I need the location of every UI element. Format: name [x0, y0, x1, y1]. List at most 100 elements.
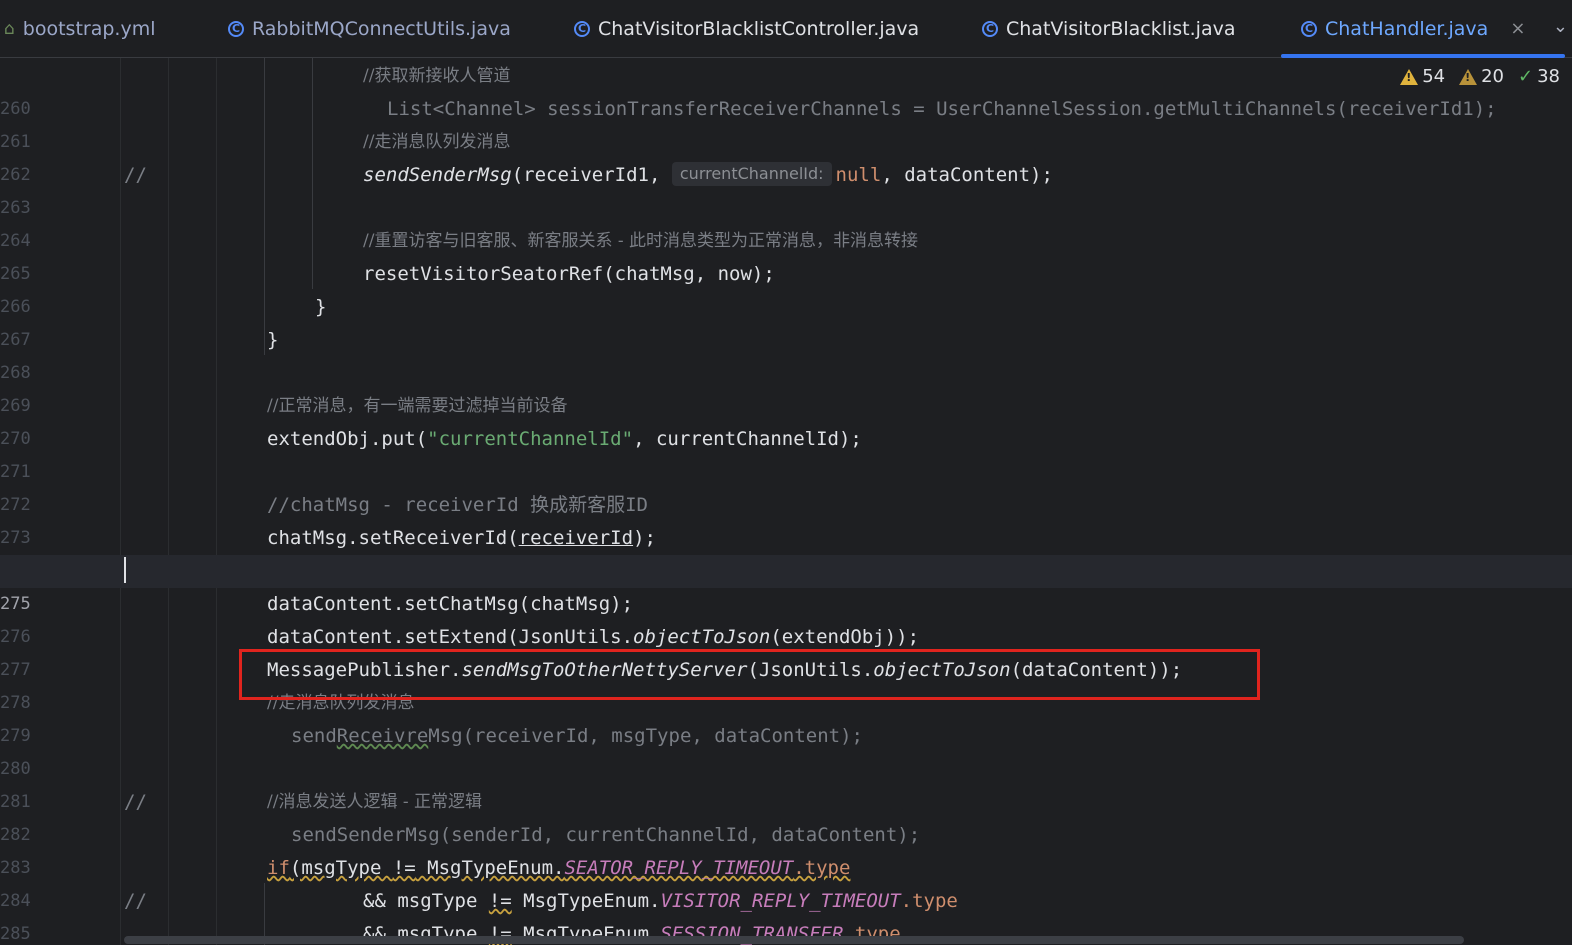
code-comment: //正常消息，有一端需要过滤掉当前设备: [267, 396, 568, 416]
code-line[interactable]: 265 //重置访客与旧客服、新客服关系 - 此时消息类型为正常消息，非消息转接: [0, 225, 1572, 284]
commented-code: sendReceivreMsg(receiverId, msgType, dat…: [291, 720, 863, 753]
code-text: dataContent.setExtend(JsonUtils.objectTo…: [267, 621, 919, 654]
tab-bootstrap-yml[interactable]: ⌂ bootstrap.yml: [4, 0, 156, 57]
code-line[interactable]: 262 //走消息队列发消息: [0, 126, 1572, 185]
field-access: .type: [793, 857, 851, 879]
code-line[interactable]: 271 extendObj.put("currentChannelId", cu…: [0, 423, 1572, 482]
string-literal: "currentChannelId": [427, 428, 634, 450]
code-text: (msgType: [289, 857, 393, 879]
keyword: if: [267, 857, 290, 879]
code-text: );: [633, 527, 656, 549]
enum-constant: VISITOR_REPLY_TIMEOUT: [660, 890, 901, 912]
code-text: (extendObj));: [770, 626, 920, 648]
code-line[interactable]: 272: [0, 456, 1572, 515]
code-text: (dataContent));: [1010, 659, 1183, 681]
code-text: dataContent.setChatMsg(chatMsg);: [267, 593, 634, 615]
code-text: extendObj.put("currentChannelId", curren…: [267, 423, 862, 456]
check-icon: ✓: [1518, 66, 1534, 87]
close-tab-icon[interactable]: ×: [1510, 18, 1525, 39]
code-comment: //走消息队列发消息: [363, 132, 511, 152]
code-text: (receiverId1,: [511, 164, 672, 186]
current-line[interactable]: 275: [0, 555, 1572, 614]
code-line[interactable]: 284 if(msgType != MsgTypeEnum.SEATOR_REP…: [0, 852, 1572, 911]
tab-chat-visitor-blacklist[interactable]: C ChatVisitorBlacklist.java: [982, 0, 1235, 57]
code-text: }: [267, 329, 279, 351]
code-line[interactable]: 280 // sendReceivreMsg(receiverId, msgTy…: [0, 720, 1572, 813]
code-text: chatMsg.setReceiverId(receiverId);: [267, 522, 656, 555]
typo-marker: Receivre: [336, 725, 429, 747]
warning-icon: [1400, 68, 1419, 85]
code-text: MsgTypeEnum.: [415, 857, 565, 879]
code-line[interactable]: 282 //消息发送人逻辑 - 正常逻辑: [0, 786, 1572, 845]
code-line[interactable]: 274 chatMsg.setReceiverId(receiverId);: [0, 522, 1572, 581]
weak-warning-icon: [1459, 68, 1478, 85]
code-line[interactable]: 270 //正常消息，有一端需要过滤掉当前设备: [0, 390, 1572, 449]
code-line[interactable]: 281: [0, 753, 1572, 812]
code-text: if(msgType != MsgTypeEnum.SEATOR_REPLY_T…: [267, 852, 850, 885]
ok-count[interactable]: ✓ 38: [1518, 66, 1560, 87]
operator: &&: [363, 890, 386, 912]
code-text: chatMsg.setReceiverId(: [267, 527, 519, 549]
code-line[interactable]: 261 // List<Channel> sessionTransferRece…: [0, 93, 1572, 186]
tab-chat-handler[interactable]: C ChatHandler.java ×: [1280, 0, 1566, 58]
editor-tab-bar: ⌂ bootstrap.yml C RabbitMQConnectUtils.j…: [0, 0, 1572, 58]
code-editor[interactable]: 260 //获取新接收人管道 261 // List<Channel> sess…: [0, 58, 1572, 945]
method-call: objectToJson: [873, 659, 1011, 681]
code-text: (JsonUtils.: [747, 659, 874, 681]
code-line[interactable]: 267 }: [0, 291, 1572, 350]
code-line[interactable]: 277 dataContent.setExtend(JsonUtils.obje…: [0, 621, 1572, 680]
code-text: MsgTypeEnum.: [511, 890, 661, 912]
code-text: }: [315, 296, 327, 318]
tab-chat-visitor-blacklist-controller[interactable]: C ChatVisitorBlacklistController.java: [574, 0, 919, 57]
code-line[interactable]: 260 //获取新接收人管道: [0, 60, 1572, 119]
code-line[interactable]: 278 MessagePublisher.sendMsgToOtherNetty…: [0, 654, 1572, 713]
code-line[interactable]: 268 }: [0, 324, 1572, 383]
code-text: Msg(receiverId, msgType, dataContent);: [428, 725, 863, 747]
code-text: resetVisitorSeatorRef(chatMsg, now);: [363, 263, 775, 285]
code-text: extendObj.put(: [267, 428, 428, 450]
code-line[interactable]: 266 resetVisitorSeatorRef(chatMsg, now);: [0, 258, 1572, 317]
code-text: sendSenderMsg(receiverId1, currentChanne…: [363, 159, 1053, 192]
code-line[interactable]: 263 sendSenderMsg(receiverId1, currentCh…: [0, 159, 1572, 218]
inspection-widget[interactable]: 54 20 ✓ 38: [1400, 66, 1560, 87]
commented-code: List<Channel> sessionTransferReceiverCha…: [387, 98, 1497, 120]
code-text: send: [291, 725, 337, 747]
code-comment: //chatMsg - receiverId 换成新客服ID: [267, 494, 648, 516]
keyword: null: [835, 164, 882, 186]
code-text: , currentChannelId);: [633, 428, 862, 450]
enum-constant: SEATOR_REPLY_TIMEOUT: [564, 857, 794, 879]
code-comment: //获取新接收人管道: [363, 66, 511, 86]
code-comment: //消息发送人逻辑 - 正常逻辑: [267, 792, 483, 812]
method-call: objectToJson: [633, 626, 771, 648]
operator: !=: [392, 857, 416, 879]
code-comment: //重置访客与旧客服、新客服关系 - 此时消息类型为正常消息，非消息转接: [363, 231, 919, 251]
code-line[interactable]: 276 dataContent.setChatMsg(chatMsg);: [0, 588, 1572, 647]
code-line[interactable]: 269: [0, 357, 1572, 416]
weak-warnings-count[interactable]: 20: [1459, 66, 1504, 87]
method-call: sendMsgToOtherNettyServer: [461, 659, 748, 681]
code-text: MessagePublisher.sendMsgToOtherNettyServ…: [267, 654, 1182, 687]
code-text: , dataContent);: [881, 164, 1053, 186]
code-text: msgType: [385, 890, 489, 912]
code-text: dataContent.setExtend(JsonUtils.: [267, 626, 634, 648]
reassigned-variable: receiverId: [518, 527, 634, 549]
text-caret: [124, 557, 126, 583]
java-class-icon: C: [574, 20, 590, 37]
code-line[interactable]: 283 // sendSenderMsg(senderId, currentCh…: [0, 819, 1572, 912]
tab-rabbitmq-connect-utils[interactable]: C RabbitMQConnectUtils.java: [228, 0, 511, 57]
code-text: && msgType != MsgTypeEnum.VISITOR_REPLY_…: [363, 885, 958, 918]
code-text: MessagePublisher.: [267, 659, 462, 681]
code-line[interactable]: 279 //走消息队列发消息: [0, 687, 1572, 746]
warnings-count[interactable]: 54: [1400, 66, 1445, 87]
code-comment: //走消息队列发消息: [267, 693, 415, 713]
parameter-hint: currentChannelId:: [671, 161, 832, 186]
code-line[interactable]: 264: [0, 192, 1572, 251]
code-line[interactable]: 285 && msgType != MsgTypeEnum.VISITOR_RE…: [0, 885, 1572, 944]
field-access: .type: [900, 890, 958, 912]
method-call: sendSenderMsg: [363, 164, 512, 186]
horizontal-scrollbar[interactable]: [124, 936, 1464, 944]
chevron-down-icon[interactable]: ⌄: [1553, 16, 1568, 37]
operator: !=: [488, 890, 512, 912]
code-line[interactable]: 273 //chatMsg - receiverId 换成新客服ID: [0, 489, 1572, 548]
java-class-icon: C: [982, 20, 998, 37]
